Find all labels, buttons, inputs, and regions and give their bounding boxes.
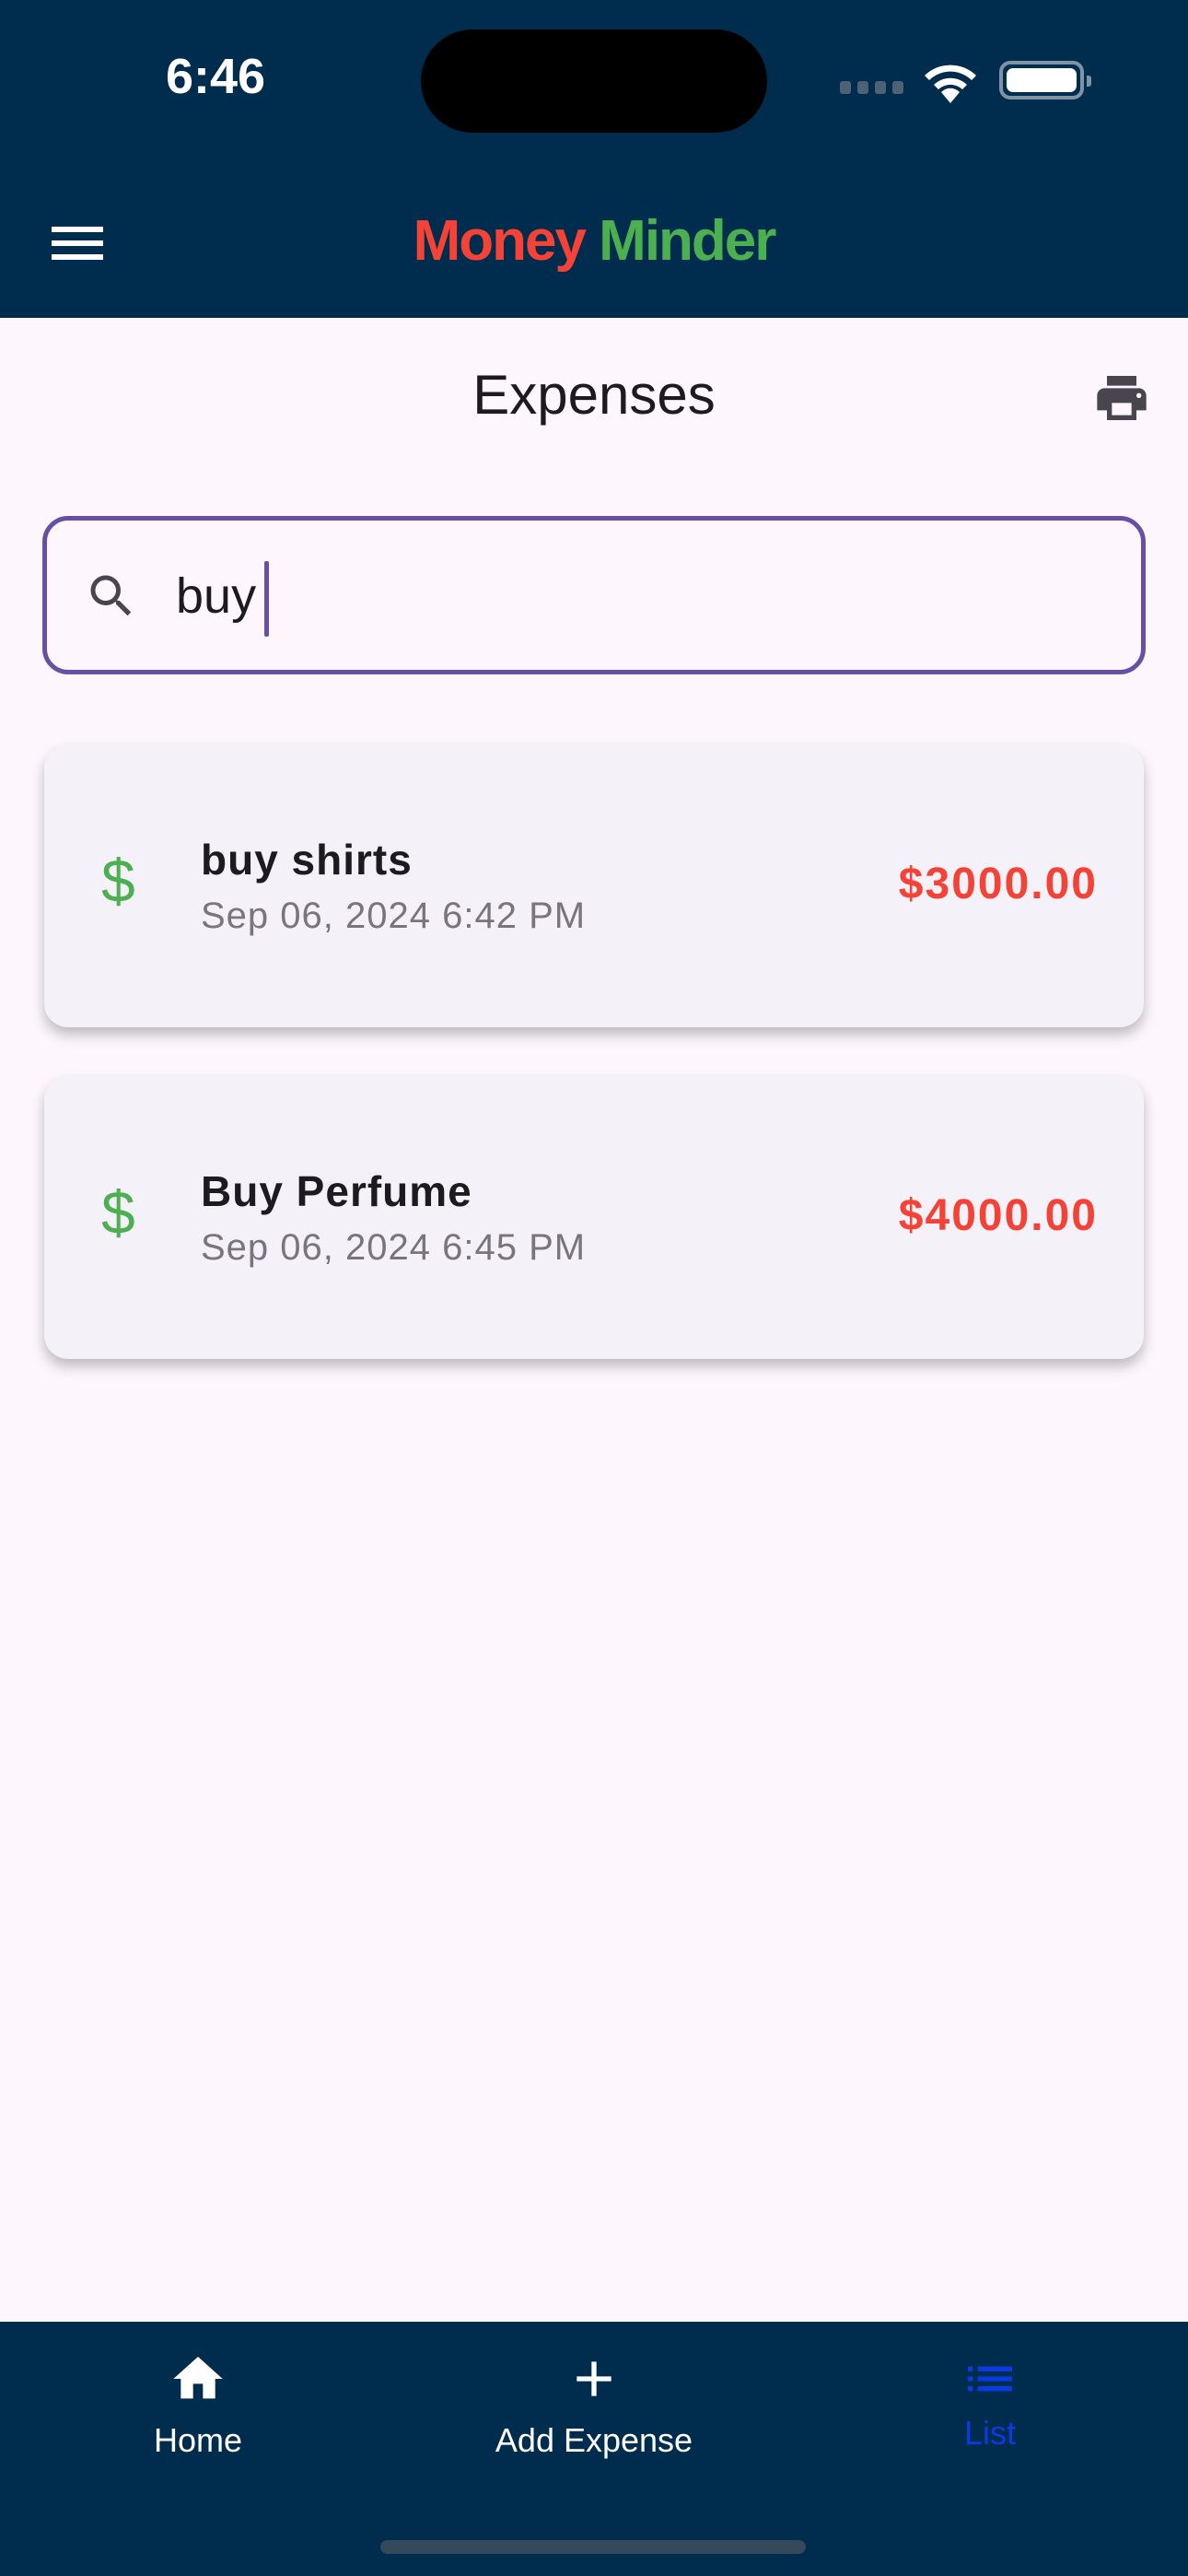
nav-add-expense-label: Add Expense: [495, 2421, 693, 2459]
status-time: 6:46: [166, 49, 266, 104]
expense-card[interactable]: $ Buy Perfume Sep 06, 2024 6:45 PM $4000…: [44, 1076, 1144, 1359]
wifi-icon: [925, 64, 976, 103]
app-title: Money Minder: [0, 208, 1188, 274]
expense-date: Sep 06, 2024 6:42 PM: [201, 896, 587, 936]
app-title-money: Money: [413, 209, 587, 273]
bottom-navigation: Home Add Expense List: [0, 2322, 1188, 2576]
home-indicator[interactable]: [380, 2540, 806, 2554]
search-input[interactable]: [176, 557, 1097, 635]
nav-home[interactable]: Home: [0, 2322, 396, 2460]
dynamic-island: [421, 29, 767, 133]
plus-icon: [577, 2361, 611, 2396]
nav-list-label: List: [963, 2414, 1017, 2452]
search-icon: [90, 575, 132, 616]
expense-amount: $3000.00: [898, 860, 1098, 908]
app-header: 6:46 Money Minder: [0, 0, 1188, 318]
dollar-icon: $: [101, 847, 135, 915]
text-caret: [264, 561, 269, 637]
expense-date: Sep 06, 2024 6:45 PM: [201, 1227, 587, 1268]
expense-title: Buy Perfume: [201, 1167, 472, 1215]
printer-icon[interactable]: [1092, 369, 1151, 427]
search-field[interactable]: [42, 516, 1146, 674]
battery-icon: [999, 61, 1091, 100]
expense-card[interactable]: $ buy shirts Sep 06, 2024 6:42 PM $3000.…: [44, 744, 1144, 1027]
home-icon: [173, 2357, 223, 2399]
dollar-icon: $: [101, 1178, 135, 1247]
expense-amount: $4000.00: [898, 1191, 1098, 1240]
nav-home-label: Home: [153, 2421, 243, 2459]
list-icon: [968, 2366, 1012, 2392]
app-title-minder: Minder: [599, 209, 776, 273]
nav-list[interactable]: List: [792, 2322, 1188, 2460]
expense-title: buy shirts: [201, 836, 413, 884]
nav-add-expense[interactable]: Add Expense: [396, 2322, 792, 2460]
cellular-signal-icon: [840, 81, 903, 94]
page-title: Expenses: [472, 364, 716, 426]
